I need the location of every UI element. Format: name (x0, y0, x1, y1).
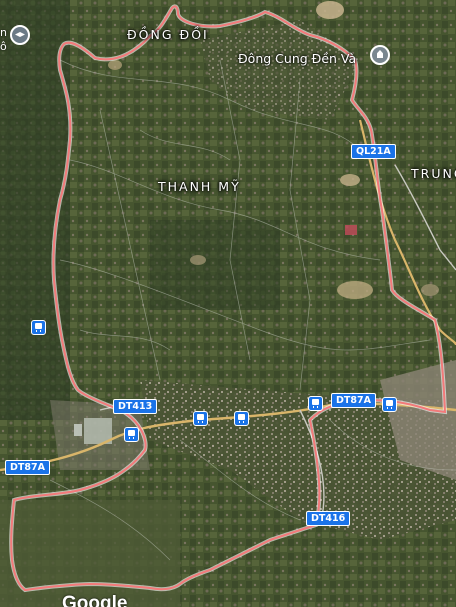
road-shield-dt87a-west[interactable]: DT87A (5, 460, 50, 475)
satellite-imagery (0, 0, 456, 607)
map-view[interactable]: ĐỒNG ĐỒI THANH MỸ TRUNG Đông Cung Đền Và… (0, 0, 456, 607)
place-label-trung[interactable]: TRUNG (411, 166, 456, 181)
bus-stop-icon[interactable] (308, 396, 323, 411)
bus-stop-icon[interactable] (382, 397, 397, 412)
bus-stop-icon[interactable] (193, 411, 208, 426)
bus-stop-icon[interactable] (234, 411, 249, 426)
edge-label-1: n (0, 26, 7, 39)
road-shield-dt416[interactable]: DT416 (306, 511, 351, 526)
edge-label-2: ô (0, 40, 7, 53)
place-label-dong-doi[interactable]: ĐỒNG ĐỒI (127, 27, 209, 42)
poi-label-temple[interactable]: Đông Cung Đền Và (238, 51, 356, 66)
temple-icon[interactable] (370, 45, 390, 65)
google-watermark: Google (62, 593, 128, 607)
road-shield-ql21a[interactable]: QL21A (351, 144, 396, 159)
bus-stop-icon[interactable] (124, 427, 139, 442)
bus-stop-icon[interactable] (31, 320, 46, 335)
place-label-thanh-my[interactable]: THANH MỸ (158, 179, 241, 194)
road-shield-dt87a-east[interactable]: DT87A (331, 393, 376, 408)
school-icon[interactable] (10, 25, 30, 45)
road-shield-dt413[interactable]: DT413 (113, 399, 158, 414)
